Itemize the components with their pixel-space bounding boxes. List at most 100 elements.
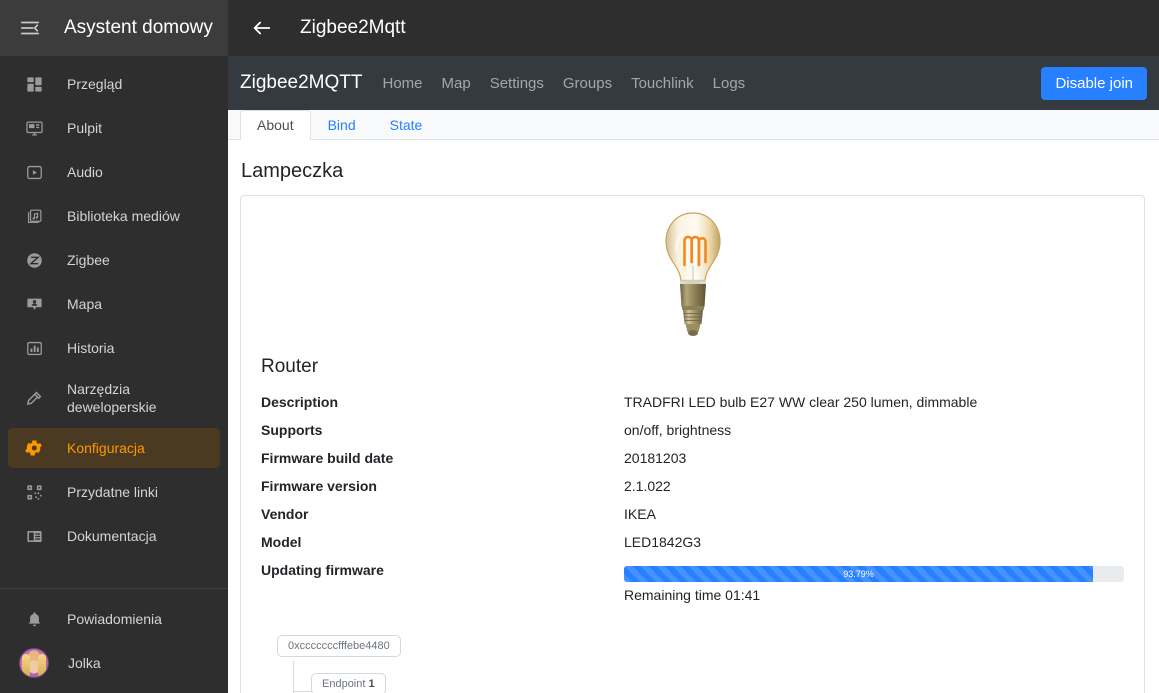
row-key: Supports bbox=[261, 422, 323, 438]
table-row: Model LED1842G3 bbox=[257, 528, 1128, 556]
table-row-firmware-update: Updating firmware 93.79% Remaining time … bbox=[257, 556, 1128, 609]
sidebar-item-user-profile[interactable]: Jolka bbox=[8, 643, 220, 683]
tree-node-endpoint[interactable]: Endpoint 1 bbox=[311, 673, 386, 693]
arrow-left-icon[interactable] bbox=[242, 8, 282, 48]
device-image bbox=[257, 210, 1128, 342]
endpoint-prefix: Endpoint bbox=[322, 678, 369, 690]
nav-link-groups[interactable]: Groups bbox=[563, 75, 612, 92]
sidebar-item-biblioteka-mediow[interactable]: Biblioteka mediów bbox=[8, 196, 220, 236]
device-name-heading: Lampeczka bbox=[241, 160, 344, 182]
sidebar-item-label: Mapa bbox=[67, 295, 103, 312]
light-bulb-icon bbox=[664, 212, 721, 336]
z2m-nav-links: Home Map Settings Groups Touchlink Logs bbox=[382, 75, 745, 92]
z2m-navbar: Zigbee2MQTT Home Map Settings Groups Tou… bbox=[228, 56, 1159, 110]
sidebar-item-dokumentacja[interactable]: Dokumentacja bbox=[8, 516, 220, 556]
table-row: Firmware build date 20181203 bbox=[257, 444, 1128, 472]
tab-about[interactable]: About bbox=[240, 109, 311, 140]
sidebar-item-label: Historia bbox=[67, 339, 115, 356]
row-value: LED1842G3 bbox=[624, 534, 702, 550]
sidebar-item-przeglad[interactable]: Przegląd bbox=[8, 64, 220, 104]
zigbee-icon bbox=[20, 246, 48, 274]
sidebar-item-label: Powiadomienia bbox=[67, 610, 162, 627]
sidebar-item-pulpit[interactable]: Pulpit bbox=[8, 108, 220, 148]
sidebar-nav: Przegląd Pulpit Audio Biblioteka mediów bbox=[0, 56, 228, 582]
tree-children: Endpoint 1 bbox=[311, 673, 1128, 693]
endpoint-number: 1 bbox=[368, 678, 375, 690]
row-key: Updating firmware bbox=[261, 562, 384, 578]
gear-icon bbox=[20, 434, 48, 462]
table-row: Vendor IKEA bbox=[257, 500, 1128, 528]
sidebar-item-label: Konfiguracja bbox=[67, 439, 145, 456]
tree-connector-vertical bbox=[293, 661, 294, 693]
map-marker-icon bbox=[20, 290, 48, 318]
row-value: TRADFRI LED bulb E27 WW clear 250 lumen,… bbox=[624, 394, 978, 410]
play-box-icon bbox=[20, 158, 48, 186]
sidebar-divider bbox=[0, 588, 228, 589]
endpoint-tree: 0xcccccccfffebe4480 Endpoint 1 bbox=[257, 635, 1128, 693]
book-icon bbox=[20, 522, 48, 550]
row-value: 93.79% Remaining time 01:41 bbox=[620, 556, 1128, 609]
sidebar-item-powiadomienia[interactable]: Powiadomienia bbox=[8, 599, 220, 639]
main-area: Zigbee2Mqtt Zigbee2MQTT Home Map Setting… bbox=[228, 0, 1159, 693]
sidebar-item-przydatne-linki[interactable]: Przydatne linki bbox=[8, 472, 220, 512]
tab-bind[interactable]: Bind bbox=[311, 110, 373, 141]
tree-node-root[interactable]: 0xcccccccfffebe4480 bbox=[277, 635, 401, 657]
sidebar-item-label: Przegląd bbox=[67, 75, 123, 92]
user-avatar bbox=[19, 648, 49, 678]
nav-link-home[interactable]: Home bbox=[382, 75, 422, 92]
sidebar-item-zigbee[interactable]: Zigbee bbox=[8, 240, 220, 280]
content-area: Lampeczka Router Description TRADFRI LED… bbox=[228, 140, 1159, 693]
sidebar-title: Asystent domowy bbox=[64, 17, 213, 38]
sidebar-item-audio[interactable]: Audio bbox=[8, 152, 220, 192]
qr-scan-icon bbox=[20, 478, 48, 506]
sidebar-item-label: Dokumentacja bbox=[67, 527, 157, 544]
row-key: Vendor bbox=[261, 506, 309, 522]
row-key: Firmware build date bbox=[261, 450, 394, 466]
sidebar-bottom: Powiadomienia Jolka bbox=[0, 595, 228, 693]
sidebar-item-label: Zigbee bbox=[67, 251, 110, 268]
sidebar-item-label: Pulpit bbox=[67, 119, 103, 136]
device-type: Router bbox=[261, 356, 319, 377]
firmware-progress-label: 93.79% bbox=[843, 568, 874, 579]
tab-state[interactable]: State bbox=[373, 110, 440, 141]
nav-link-touchlink[interactable]: Touchlink bbox=[631, 75, 694, 92]
row-key: Firmware version bbox=[261, 478, 377, 494]
nav-link-logs[interactable]: Logs bbox=[713, 75, 746, 92]
chart-bar-icon bbox=[20, 334, 48, 362]
dashboard-grid-icon bbox=[20, 70, 48, 98]
ha-toolbar: Zigbee2Mqtt bbox=[228, 0, 1159, 56]
monitor-icon bbox=[20, 114, 48, 142]
media-library-icon bbox=[20, 202, 48, 230]
device-about-card: Router Description TRADFRI LED bulb E27 … bbox=[240, 195, 1145, 693]
disable-join-button[interactable]: Disable join bbox=[1041, 66, 1147, 100]
device-tabs: About Bind State bbox=[228, 109, 1159, 141]
firmware-progress-bar: 93.79% bbox=[624, 566, 1124, 582]
sidebar-item-mapa[interactable]: Mapa bbox=[8, 284, 220, 324]
nav-link-settings[interactable]: Settings bbox=[490, 75, 544, 92]
nav-link-map[interactable]: Map bbox=[442, 75, 471, 92]
sidebar-item-narzedzia-deweloperskie[interactable]: Narzędzia deweloperskie bbox=[8, 372, 220, 424]
device-info-table: Description TRADFRI LED bulb E27 WW clea… bbox=[257, 388, 1128, 609]
row-value: on/off, brightness bbox=[624, 422, 732, 438]
row-key: Model bbox=[261, 534, 302, 550]
sidebar-item-label: Przydatne linki bbox=[67, 483, 159, 500]
sidebar-item-label: Narzędzia deweloperskie bbox=[67, 380, 157, 415]
z2m-brand[interactable]: Zigbee2MQTT bbox=[240, 72, 362, 94]
firmware-remaining-time: Remaining time 01:41 bbox=[624, 587, 761, 603]
menu-collapse-icon[interactable] bbox=[10, 8, 50, 48]
sidebar-item-historia[interactable]: Historia bbox=[8, 328, 220, 368]
row-value: 20181203 bbox=[624, 450, 687, 466]
sidebar-item-label: Jolka bbox=[68, 654, 101, 671]
page-title: Zigbee2Mqtt bbox=[300, 17, 406, 38]
table-row: Description TRADFRI LED bulb E27 WW clea… bbox=[257, 388, 1128, 416]
bell-icon bbox=[20, 605, 48, 633]
row-value: IKEA bbox=[624, 506, 656, 522]
sidebar-item-konfiguracja[interactable]: Konfiguracja bbox=[8, 428, 220, 468]
table-row: Firmware version 2.1.022 bbox=[257, 472, 1128, 500]
row-key: Description bbox=[261, 394, 339, 410]
sidebar: Asystent domowy Przegląd Pulpit Audio Bi… bbox=[0, 0, 228, 693]
table-row: Supports on/off, brightness bbox=[257, 416, 1128, 444]
hammer-icon bbox=[20, 384, 48, 412]
app-root: Asystent domowy Przegląd Pulpit Audio Bi… bbox=[0, 0, 1159, 693]
firmware-progress-fill: 93.79% bbox=[624, 566, 1093, 582]
